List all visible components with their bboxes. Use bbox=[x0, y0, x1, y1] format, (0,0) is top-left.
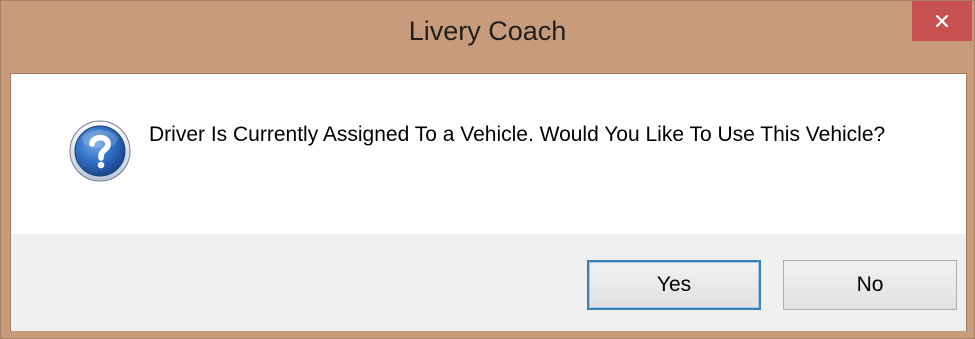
button-area: Yes No bbox=[11, 234, 966, 331]
message-text: Driver Is Currently Assigned To a Vehicl… bbox=[149, 123, 886, 146]
window-title: Livery Coach bbox=[408, 16, 567, 46]
no-button[interactable]: No bbox=[783, 260, 957, 310]
dialog-content: Driver Is Currently Assigned To a Vehicl… bbox=[10, 73, 967, 331]
question-icon bbox=[68, 119, 132, 183]
title-bar[interactable]: Livery Coach bbox=[1, 1, 974, 73]
message-area: Driver Is Currently Assigned To a Vehicl… bbox=[11, 74, 966, 234]
yes-button[interactable]: Yes bbox=[587, 260, 761, 310]
close-icon bbox=[934, 13, 950, 29]
message-dialog: Livery Coach Driver Is Currently Assigne… bbox=[0, 0, 975, 339]
close-button[interactable] bbox=[912, 1, 972, 41]
